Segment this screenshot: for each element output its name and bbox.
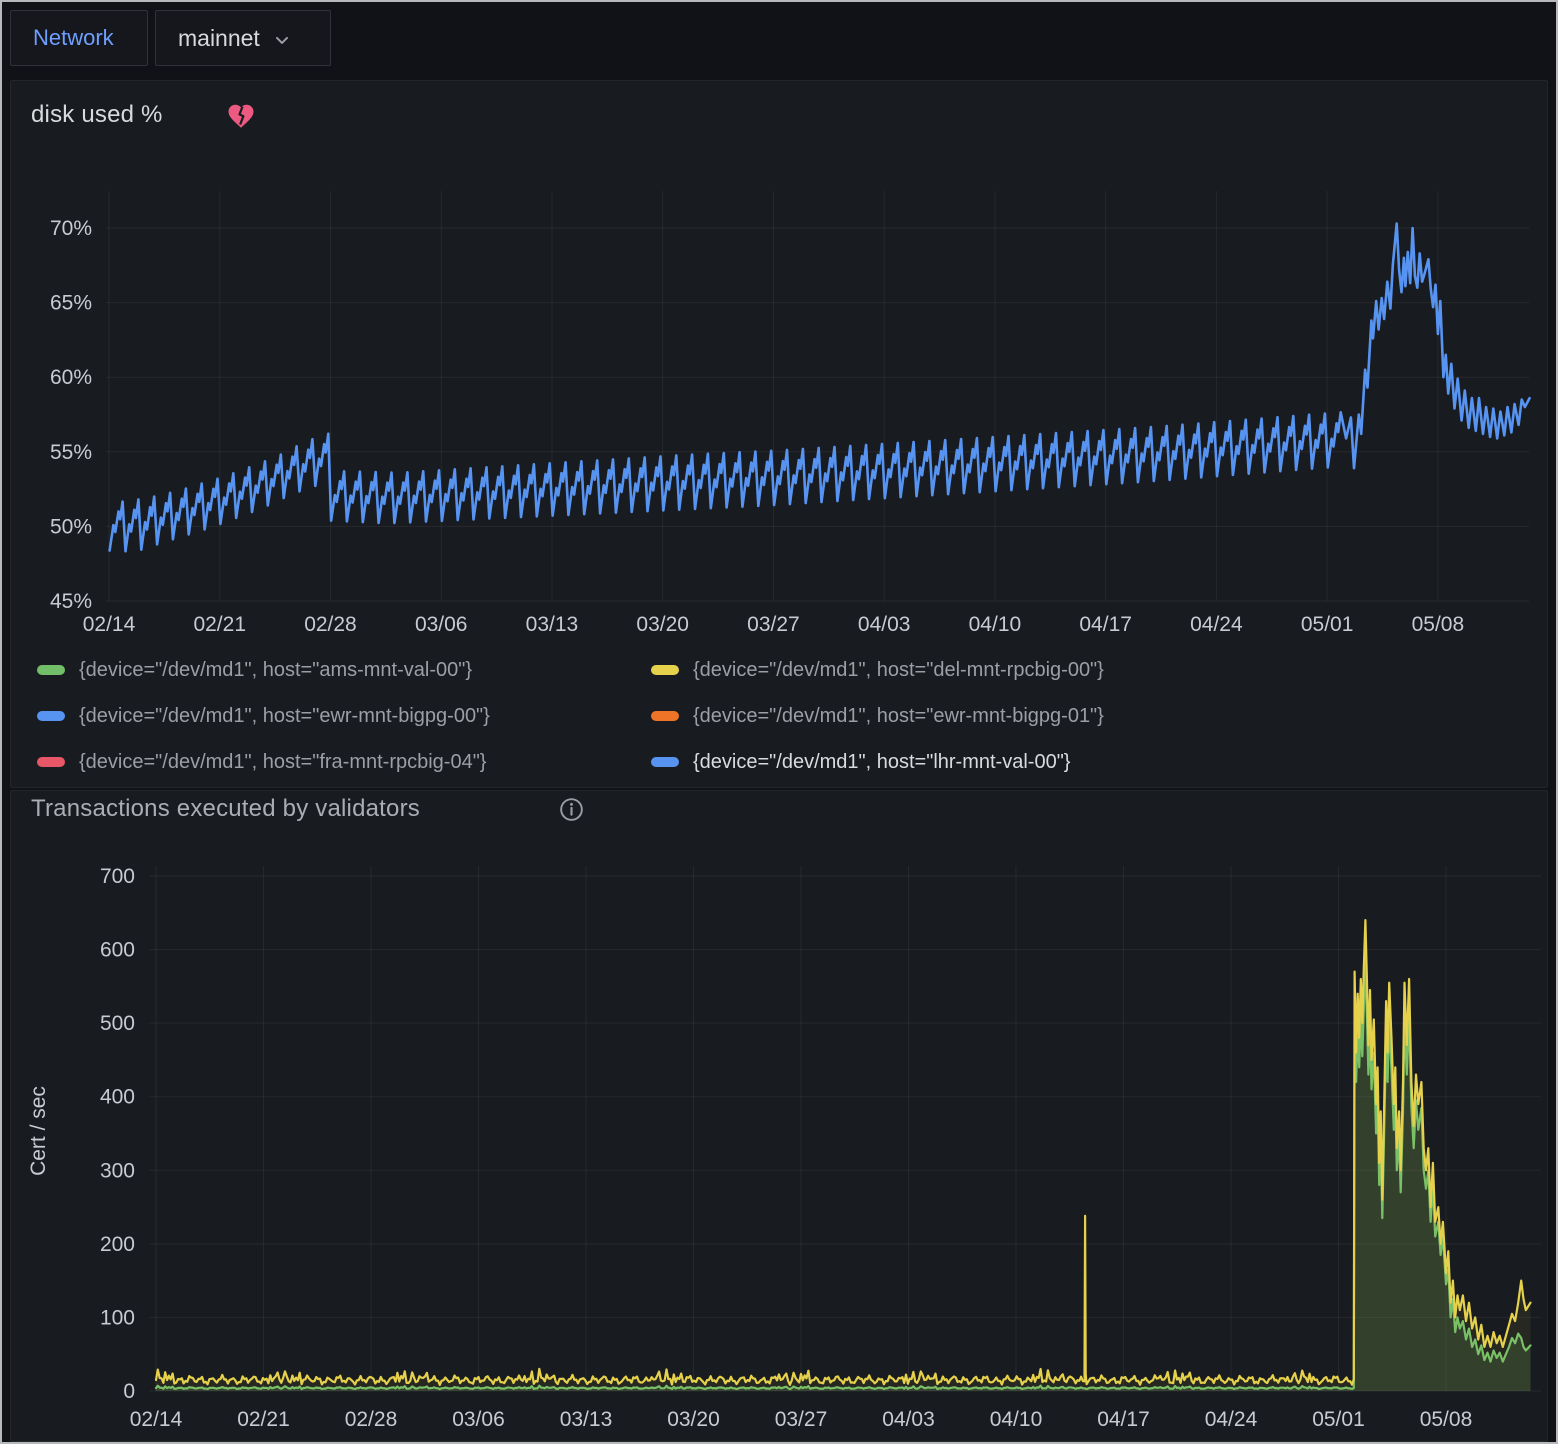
x-axis-tick: 03/13 bbox=[560, 1408, 613, 1431]
x-axis-tick: 05/08 bbox=[1412, 613, 1465, 636]
legend-series-label: {device="/dev/md1", host="ams-mnt-val-00… bbox=[79, 659, 472, 682]
legend-series-label: {device="/dev/md1", host="fra-mnt-rpcbig… bbox=[79, 751, 487, 774]
x-axis-tick: 04/24 bbox=[1190, 613, 1243, 636]
legend-item[interactable]: {device="/dev/md1", host="ewr-mnt-bigpg-… bbox=[37, 701, 651, 731]
x-axis-tick: 05/01 bbox=[1301, 613, 1354, 636]
transactions-chart[interactable]: 0 100 200 300 400 500 600 700 02/14 02/21 02/28 03/… bbox=[11, 791, 1547, 1441]
legend-item[interactable]: {device="/dev/md1", host="lhr-mnt-val-00… bbox=[651, 747, 1265, 777]
yellow-series-fill bbox=[156, 920, 1531, 1391]
y-axis-tick: 65% bbox=[50, 292, 92, 315]
legend-item[interactable]: {device="/dev/md1", host="fra-mnt-rpcbig… bbox=[37, 747, 651, 777]
x-axis-tick: 04/10 bbox=[969, 613, 1022, 636]
x-axis-tick: 03/13 bbox=[526, 613, 579, 636]
network-variable-dropdown[interactable]: mainnet bbox=[155, 10, 331, 66]
x-axis-tick: 02/21 bbox=[237, 1408, 290, 1431]
x-axis-tick: 03/20 bbox=[636, 613, 689, 636]
x-axis-tick: 02/21 bbox=[193, 613, 246, 636]
x-axis-tick: 04/10 bbox=[990, 1408, 1043, 1431]
y-axis-tick: 50% bbox=[50, 515, 92, 538]
panel-disk-used: disk used % 45%50%55%60%65%70%02/1402/21… bbox=[10, 80, 1548, 788]
network-variable-value: mainnet bbox=[178, 25, 260, 52]
green-series-fill bbox=[156, 961, 1531, 1391]
legend-series-swatch bbox=[37, 665, 65, 675]
legend-item[interactable]: {device="/dev/md1", host="ams-mnt-val-00… bbox=[37, 655, 651, 685]
legend-series-label: {device="/dev/md1", host="ewr-mnt-bigpg-… bbox=[79, 705, 490, 728]
grid-and-axes: 0 100 200 300 400 500 600 700 02/14 02/21 02/28 03/… bbox=[100, 865, 1541, 1431]
y-axis-tick: 300 bbox=[100, 1159, 135, 1182]
y-axis-tick: 600 bbox=[100, 939, 135, 962]
y-axis-tick: 700 bbox=[100, 865, 135, 888]
chevron-down-icon bbox=[272, 30, 292, 50]
legend-series-label: {device="/dev/md1", host="del-mnt-rpcbig… bbox=[693, 659, 1104, 682]
legend-item[interactable]: {device="/dev/md1", host="del-mnt-rpcbig… bbox=[651, 655, 1265, 685]
legend-series-swatch bbox=[651, 757, 679, 767]
y-axis-title: Cert / sec bbox=[27, 1086, 50, 1176]
x-axis-tick: 04/03 bbox=[858, 613, 911, 636]
x-axis-tick: 04/24 bbox=[1205, 1408, 1258, 1431]
panel-transactions: Transactions executed by validators 0100… bbox=[10, 790, 1548, 1442]
legend-item[interactable]: {device="/dev/md1", host="ewr-mnt-bigpg-… bbox=[651, 701, 1265, 731]
y-axis-tick: 0 bbox=[123, 1380, 135, 1403]
grid-and-axes: 45% 50% 55% 60% 65% 70% 02/14 02/21 02/28 03/06 03… bbox=[50, 191, 1529, 636]
x-axis-tick: 04/03 bbox=[882, 1408, 935, 1431]
x-axis-tick: 02/28 bbox=[304, 613, 357, 636]
y-axis-tick: 60% bbox=[50, 366, 92, 389]
x-axis-tick: 02/14 bbox=[83, 613, 136, 636]
x-axis-tick: 03/06 bbox=[452, 1408, 505, 1431]
grafana-dashboard: Network mainnet disk used % 45%50%55%60%… bbox=[0, 0, 1558, 1444]
y-axis-tick: 45% bbox=[50, 590, 92, 613]
x-axis-tick: 03/20 bbox=[667, 1408, 720, 1431]
green-series-line bbox=[156, 961, 1531, 1390]
legend-series-swatch bbox=[651, 665, 679, 675]
x-axis-tick: 04/17 bbox=[1079, 613, 1132, 636]
legend-series-swatch bbox=[37, 757, 65, 767]
x-axis-tick: 05/01 bbox=[1312, 1408, 1365, 1431]
network-label-text: Network bbox=[33, 25, 114, 51]
y-axis-tick: 100 bbox=[100, 1306, 135, 1329]
network-variable-label: Network bbox=[10, 10, 148, 66]
y-axis-tick: 70% bbox=[50, 217, 92, 240]
legend-series-label: {device="/dev/md1", host="ewr-mnt-bigpg-… bbox=[693, 705, 1104, 728]
x-axis-tick: 05/08 bbox=[1420, 1408, 1473, 1431]
y-axis-tick: 500 bbox=[100, 1012, 135, 1035]
y-axis-tick: 400 bbox=[100, 1086, 135, 1109]
yellow-series-line bbox=[156, 920, 1531, 1385]
x-axis-tick: 03/27 bbox=[747, 613, 800, 636]
y-axis-tick: 200 bbox=[100, 1233, 135, 1256]
legend-series-swatch bbox=[651, 711, 679, 721]
x-axis-tick: 02/14 bbox=[130, 1408, 183, 1431]
chart-legend: {device="/dev/md1", host="ams-mnt-val-00… bbox=[37, 655, 1497, 777]
x-axis-tick: 03/27 bbox=[775, 1408, 828, 1431]
disk-used-series-line bbox=[110, 224, 1530, 552]
x-axis-tick: 04/17 bbox=[1097, 1408, 1150, 1431]
y-axis-tick: 55% bbox=[50, 441, 92, 464]
legend-series-swatch bbox=[37, 711, 65, 721]
x-axis-tick: 02/28 bbox=[345, 1408, 398, 1431]
legend-series-label: {device="/dev/md1", host="lhr-mnt-val-00… bbox=[693, 751, 1070, 774]
x-axis-tick: 03/06 bbox=[415, 613, 468, 636]
